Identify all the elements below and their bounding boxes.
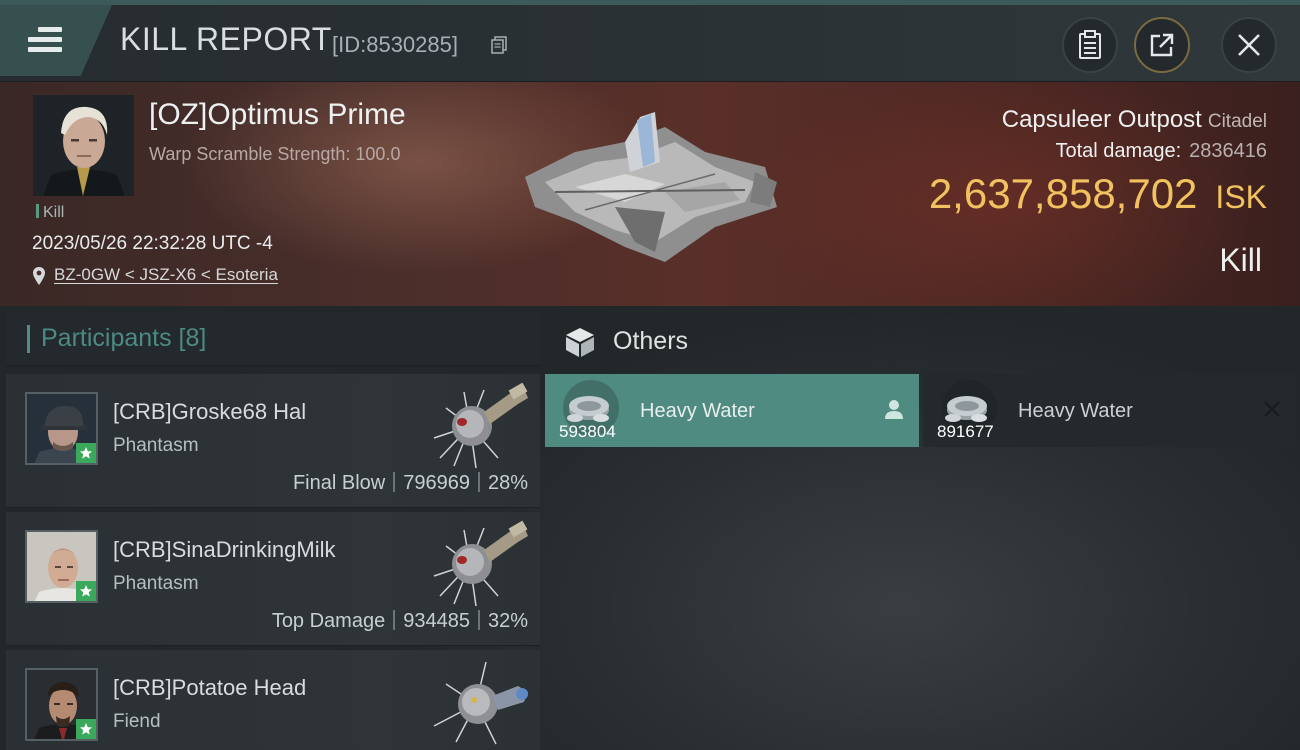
kill-status: Kill [1219,242,1262,278]
participant-avatar[interactable] [25,668,98,741]
item-quantity: 593804 [559,422,616,441]
close-icon [1238,34,1260,56]
participant-role: Final Blow [292,472,386,494]
participant-avatar[interactable] [25,392,98,465]
phantasm-ship-image [433,382,528,469]
person-icon[interactable] [883,398,905,420]
participant-damage: 796969 [403,472,470,494]
total-damage: Total damage: 2836416 [1055,140,1267,163]
participant-avatar[interactable] [25,530,98,603]
star-icon [76,719,96,739]
share-icon [1150,33,1174,57]
share-button[interactable] [1134,17,1190,73]
others-header: Others [545,312,1297,368]
item-name: Heavy Water [640,400,755,422]
target-name-text: Capsuleer Outpost [1001,106,1202,133]
target-class: Citadel [1207,111,1267,132]
kill-datetime: 2023/05/26 22:32:28 UTC -4 [32,233,273,254]
item-name: Heavy Water [1018,400,1133,422]
fiend-ship-image [433,661,528,745]
page-title: KILL REPORT [120,21,332,57]
victim-subtitle: Warp Scramble Strength: 100.0 [149,144,401,164]
participant-percent: 32% [487,610,528,632]
content-area: Participants [8] [CRB]Groske68 Hal Phant… [0,306,1300,750]
participants-panel: Participants [8] [CRB]Groske68 Hal Phant… [6,312,540,750]
item-slot[interactable]: 891677 Heavy Water [923,374,1297,447]
total-damage-value: 2836416 [1189,140,1267,162]
participant-card[interactable]: [CRB]SinaDrinkingMilk Phantasm Top Damag… [6,512,540,646]
participant-name[interactable]: [CRB]Groske68 Hal [113,399,306,425]
isk-amount: 2,637,858,702 [928,170,1198,217]
participant-stats: Top Damage 934485 32% [272,610,528,633]
participant-ship: Phantasm [113,435,199,456]
participant-card[interactable]: [CRB]Potatoe Head Fiend [6,650,540,750]
item-slot[interactable]: 593804 Heavy Water [545,374,919,447]
participant-name[interactable]: [CRB]SinaDrinkingMilk [113,537,336,563]
phantasm-ship-image [433,520,528,607]
participants-header[interactable]: Participants [8] [6,312,540,366]
victim-name[interactable]: [OZ]Optimus Prime [149,98,406,132]
clipboard-icon [1079,30,1101,59]
participants-label: Participants [8] [41,324,207,352]
participant-ship: Phantasm [113,573,199,594]
citadel-image [525,112,777,262]
copy-icon[interactable] [491,36,507,54]
star-icon [76,581,96,601]
report-id: [ID:8530285] [332,32,458,57]
participant-damage: 934485 [403,610,470,632]
isk-value: 2,637,858,702 ISK [929,170,1267,218]
menu-button[interactable] [0,5,112,76]
star-icon [76,443,96,463]
total-damage-label: Total damage: [1055,140,1182,162]
participant-stats: Final Blow 796969 28% [293,472,528,495]
kill-banner: [OZ]Optimus Prime Warp Scramble Strength… [0,82,1300,306]
victim-avatar[interactable] [33,95,134,196]
participant-percent: 28% [487,472,528,494]
participant-role: Top Damage [271,610,386,632]
clipboard-button[interactable] [1062,17,1118,73]
participant-ship: Fiend [113,711,161,732]
participant-name[interactable]: [CRB]Potatoe Head [113,675,306,701]
item-quantity: 891677 [937,422,994,441]
portrait-image [33,95,134,196]
others-label: Others [613,327,689,355]
location-pin-icon [33,267,45,285]
location-link[interactable]: BZ-0GW < JSZ-X6 < Esoteria [54,265,278,284]
close-button[interactable] [1221,17,1277,73]
kill-location[interactable]: BZ-0GW < JSZ-X6 < Esoteria [32,265,278,285]
kill-tag: Kill [36,204,64,222]
kill-tag-label: Kill [43,204,65,221]
participant-card[interactable]: [CRB]Groske68 Hal Phantasm Final Blow 796… [6,374,540,508]
close-icon[interactable] [1261,398,1283,420]
hamburger-icon [28,27,62,53]
others-panel: Others 593804 Heavy Water 891677 Heavy W… [545,312,1297,750]
isk-unit: ISK [1215,179,1267,215]
target-name: Capsuleer Outpost Citadel [1002,106,1267,134]
cube-icon [566,328,594,357]
header-bar: KILL REPORT [ID:8530285] [0,5,1300,82]
